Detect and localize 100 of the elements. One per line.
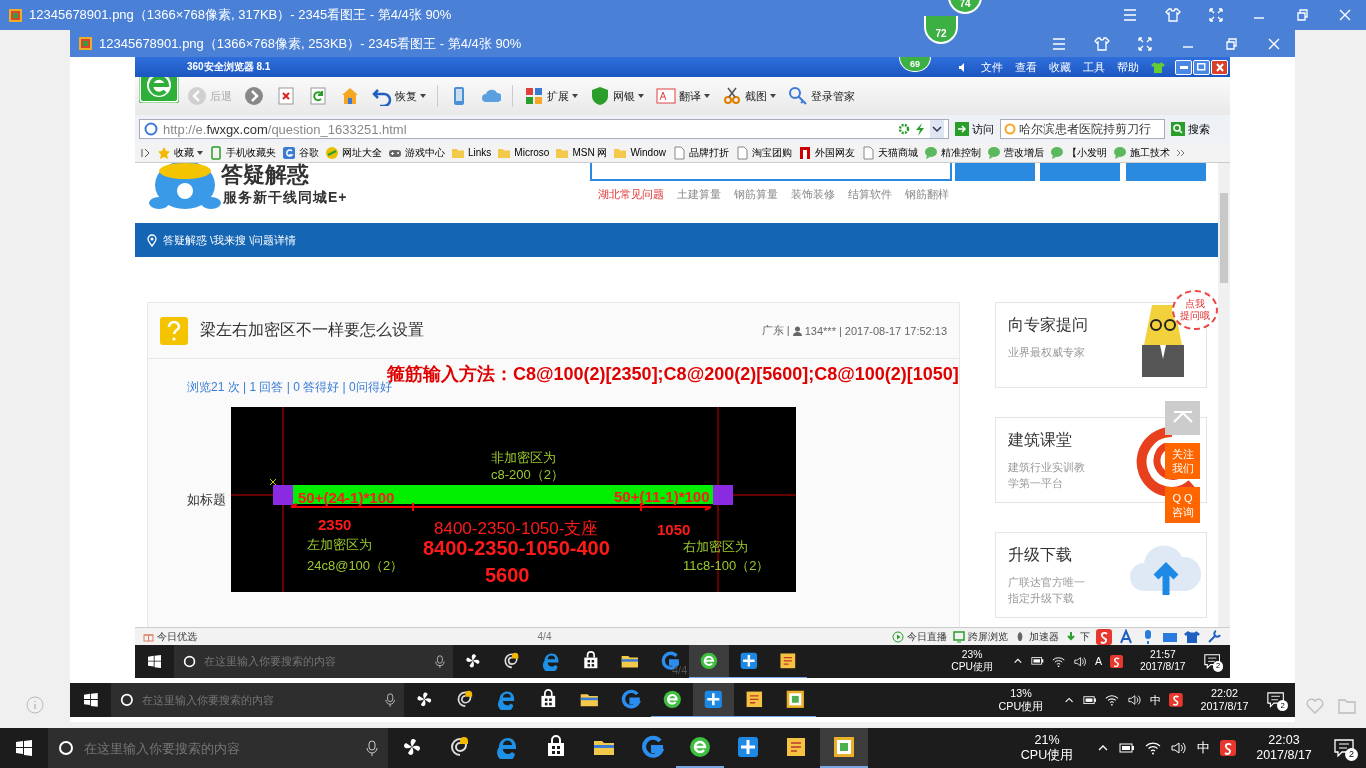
image-viewer-icon xyxy=(785,689,806,710)
nav-link[interactable]: 钢筋翻样 xyxy=(905,187,949,202)
wifi-icon[interactable] xyxy=(1105,694,1119,707)
toolbar-button[interactable]: 截图 xyxy=(718,84,780,108)
bookmark-item[interactable]: 【小发明 xyxy=(1049,145,1107,160)
bookmark-item[interactable]: 品牌打折 xyxy=(671,145,729,160)
search-field[interactable] xyxy=(590,163,952,181)
close-button[interactable] xyxy=(1211,59,1228,75)
minimize-button[interactable] xyxy=(1175,59,1192,75)
go-button[interactable]: 访问 xyxy=(953,121,996,137)
taskbar-app-button[interactable] xyxy=(692,683,734,718)
taskbar-app-button[interactable] xyxy=(820,728,868,768)
bookmark-item[interactable]: MSN 网 xyxy=(555,145,608,160)
input-method-indicator[interactable]: 中 xyxy=(1197,739,1210,757)
clock-date: 2017/8/17 xyxy=(1256,748,1312,763)
notification-icon[interactable] xyxy=(1334,739,1354,757)
chat-bubble-icon xyxy=(923,145,938,160)
menu-item[interactable]: 帮助 xyxy=(1117,59,1139,75)
status-item[interactable]: 跨屏浏览 xyxy=(953,629,1008,644)
scrollbar[interactable] xyxy=(1218,163,1230,627)
toolbar-button[interactable]: 网银 xyxy=(586,84,648,108)
status-item[interactable]: 加速器 xyxy=(1014,629,1059,644)
breadcrumb: 答疑解惑 \我来搜 \问题详情 xyxy=(163,232,297,248)
cross-arrows-icon xyxy=(702,689,724,710)
address-field[interactable]: http://e.fwxgx.com/question_1633251.html xyxy=(139,119,949,139)
daily-picks-link[interactable]: 今日优选 xyxy=(143,629,197,644)
nav-link[interactable]: 钢筋算量 xyxy=(734,187,778,202)
bookmark-item[interactable]: 营改增后 xyxy=(986,145,1044,160)
search-input[interactable]: 在这里输入你要搜索的内容 xyxy=(202,654,429,669)
input-method-indicator[interactable]: 中 xyxy=(1149,692,1161,708)
speaker-icon[interactable] xyxy=(1073,655,1087,668)
status-item[interactable]: 下 xyxy=(1065,629,1090,644)
bookmark-item[interactable]: 谷歌 xyxy=(282,145,319,160)
sogou-s-icon[interactable] xyxy=(1220,740,1236,756)
toolbar-button[interactable]: 登录管家 xyxy=(784,84,859,108)
bookmark-item[interactable]: 外国网友 xyxy=(797,145,855,160)
bookmark-item[interactable]: 天猫商城 xyxy=(860,145,918,160)
bookmark-item[interactable]: 精准控制 xyxy=(923,145,981,160)
menu-item[interactable]: 文件 xyxy=(981,59,1003,75)
toolbar-button[interactable]: 翻译 xyxy=(652,84,714,108)
fullscreen-icon[interactable] xyxy=(1135,34,1154,53)
shirt-icon[interactable] xyxy=(1163,6,1182,24)
battery-icon[interactable] xyxy=(1031,656,1045,667)
shirt-icon[interactable] xyxy=(1184,628,1200,645)
toolbar-button[interactable]: 扩展 xyxy=(520,84,582,108)
shirt-icon[interactable] xyxy=(1092,34,1111,53)
site-slogan: 服务新干线同城E+ xyxy=(223,189,348,207)
sogou-s-icon[interactable] xyxy=(1110,654,1124,668)
bookmark-item[interactable]: 收藏 xyxy=(157,145,203,160)
bookmark-item[interactable]: Window xyxy=(613,145,666,160)
search-input[interactable]: 在这里输入你要搜索的内容 xyxy=(82,739,358,757)
wrench-icon[interactable] xyxy=(1206,628,1222,645)
letter-a-icon[interactable] xyxy=(1118,628,1134,645)
taskbar-app-button[interactable] xyxy=(689,645,729,678)
fullscreen-icon[interactable] xyxy=(1206,6,1225,24)
menu-item[interactable]: 工具 xyxy=(1083,59,1105,75)
caret-icon xyxy=(638,94,644,98)
bookmark-item[interactable]: 网址大全 xyxy=(325,145,382,160)
stop-icon xyxy=(276,86,296,106)
gear-icon[interactable] xyxy=(898,123,910,135)
sidebar-toggle-icon[interactable] xyxy=(141,147,151,158)
shirt-icon[interactable] xyxy=(1151,61,1165,73)
speaker-icon[interactable] xyxy=(1127,694,1142,707)
battery-icon[interactable] xyxy=(1119,742,1135,754)
speaker-icon[interactable] xyxy=(1171,741,1187,755)
menu-item[interactable]: 收藏 xyxy=(1049,59,1071,75)
nav-link[interactable]: 装饰装修 xyxy=(791,187,835,202)
bookmark-item[interactable]: Links xyxy=(451,145,492,160)
search-field[interactable]: 哈尔滨患者医院持剪刀行 xyxy=(1000,119,1165,139)
swirl-g-icon xyxy=(620,689,641,710)
bookmark-item[interactable]: Microso xyxy=(497,145,550,160)
search-field[interactable]: 在这里输入你要搜索的内容 xyxy=(111,683,404,718)
sogou-s-icon[interactable] xyxy=(1169,693,1184,708)
input-method-indicator[interactable]: A xyxy=(1095,655,1103,668)
notification-icon[interactable] xyxy=(1267,692,1285,708)
status-item[interactable]: 今日直播 xyxy=(892,629,947,644)
restore-button[interactable] xyxy=(1193,59,1210,75)
search-field[interactable]: 在这里输入你要搜索的内容 xyxy=(48,728,388,768)
battery-icon[interactable] xyxy=(1082,695,1097,706)
nav-link[interactable]: 结算软件 xyxy=(848,187,892,202)
bookmark-item[interactable]: 游戏中心 xyxy=(388,145,445,160)
more-chevrons-icon[interactable] xyxy=(1175,147,1186,158)
toolbar-button[interactable]: 恢复 xyxy=(368,84,430,108)
search-field[interactable]: 在这里输入你要搜索的内容 xyxy=(174,645,454,678)
wifi-icon[interactable] xyxy=(1052,655,1066,668)
gift-icon xyxy=(143,631,154,642)
search-input[interactable]: 在这里输入你要搜索的内容 xyxy=(140,693,378,708)
microphone-icon xyxy=(366,740,378,756)
ask-bubble[interactable]: 点我 提问哦 xyxy=(1172,290,1218,330)
menu-item[interactable]: 查看 xyxy=(1015,59,1037,75)
nav-link[interactable]: 湖北常见问题 xyxy=(598,187,664,202)
cad-label: 2350 xyxy=(318,515,352,533)
notification-icon[interactable] xyxy=(1203,654,1221,669)
bookmark-item[interactable]: 施工技术 xyxy=(1112,145,1170,160)
search-button[interactable]: 搜索 xyxy=(1169,121,1212,137)
bookmark-item[interactable]: 淘宝团购 xyxy=(734,145,792,160)
wifi-icon[interactable] xyxy=(1145,741,1161,755)
bookmark-item[interactable]: 手机收藏夹 xyxy=(209,145,276,160)
nav-link[interactable]: 土建算量 xyxy=(677,187,721,202)
lightning-icon[interactable] xyxy=(915,122,925,136)
